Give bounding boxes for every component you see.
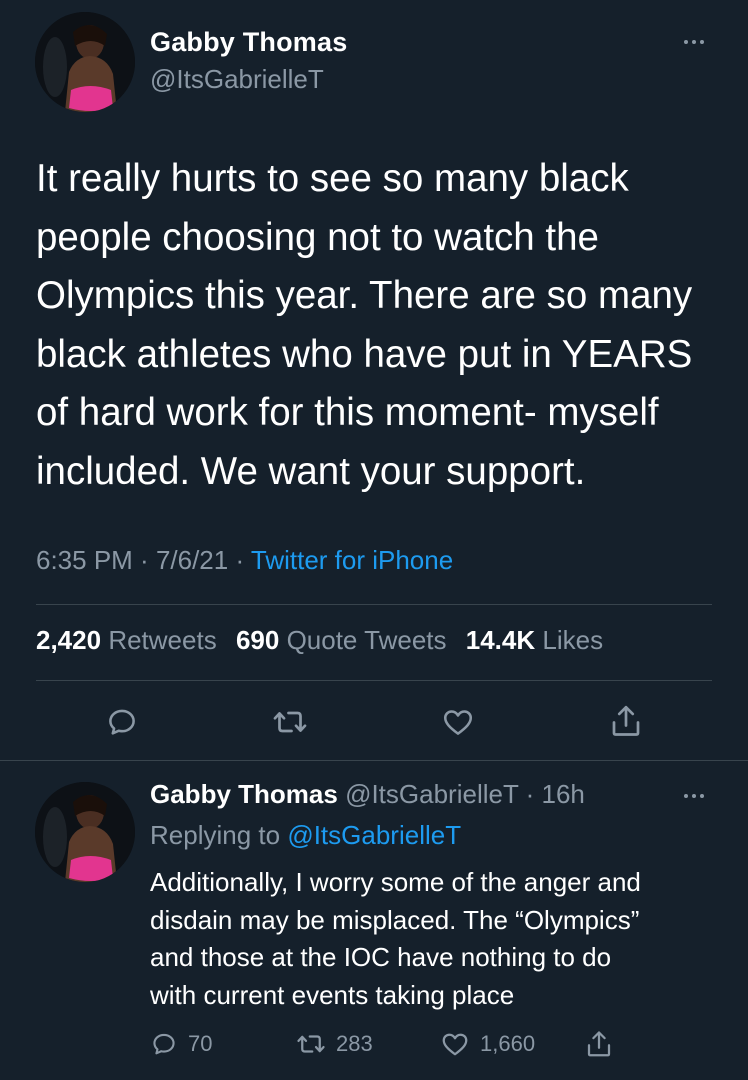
reply-separator: ·: [518, 779, 542, 809]
like-button[interactable]: [436, 702, 480, 742]
retweet-icon: [273, 711, 307, 733]
divider: [36, 604, 712, 605]
avatar[interactable]: [35, 782, 135, 882]
like-count: 1,660: [480, 1031, 536, 1056]
tweet-meta: 6:35 PM · 7/6/21 · Twitter for iPhone: [36, 545, 453, 576]
divider: [36, 680, 712, 681]
tweet-stats: 2,420 Retweets 690 Quote Tweets 14.4K Li…: [36, 625, 603, 656]
reply-reply-button[interactable]: 70: [150, 1028, 212, 1060]
reply-icon: [109, 709, 135, 735]
quotes-stat[interactable]: 690 Quote Tweets: [236, 625, 447, 655]
reply-icon: [153, 1033, 175, 1055]
profile-photo: [35, 782, 135, 882]
reply-author-handle[interactable]: @ItsGabrielleT: [345, 779, 518, 809]
reply-share-button[interactable]: [584, 1028, 614, 1060]
avatar[interactable]: [35, 12, 135, 112]
more-options-icon[interactable]: [676, 786, 712, 806]
meta-separator: ·: [132, 545, 156, 575]
reply-age[interactable]: 16h: [541, 779, 584, 809]
more-options-icon[interactable]: [676, 32, 712, 52]
share-button[interactable]: [604, 700, 648, 742]
divider: [0, 760, 748, 761]
tweet-date[interactable]: 7/6/21: [156, 545, 228, 575]
author-handle[interactable]: @ItsGabrielleT: [150, 64, 324, 95]
like-icon: [443, 710, 473, 735]
reply-header: Gabby Thomas @ItsGabrielleT · 16h: [150, 779, 585, 810]
share-icon: [612, 705, 640, 736]
reply-retweet-button[interactable]: 283: [296, 1028, 373, 1060]
replying-to-link[interactable]: @ItsGabrielleT: [287, 820, 461, 850]
retweet-button[interactable]: [268, 702, 312, 742]
retweet-icon: [297, 1035, 325, 1053]
reply-text: Additionally, I worry some of the anger …: [150, 867, 641, 1010]
tweet-time[interactable]: 6:35 PM: [36, 545, 133, 575]
replying-to: Replying to @ItsGabrielleT: [150, 820, 461, 851]
author-name[interactable]: Gabby Thomas: [150, 27, 347, 58]
reply-count: 70: [188, 1031, 213, 1056]
likes-count: 14.4K: [465, 625, 536, 655]
retweets-stat[interactable]: 2,420 Retweets: [36, 625, 217, 655]
retweets-count: 2,420: [36, 625, 102, 655]
meta-separator: ·: [228, 545, 251, 575]
reply-author-name[interactable]: Gabby Thomas: [150, 779, 338, 809]
share-icon: [587, 1031, 611, 1057]
replying-prefix: Replying to: [150, 820, 281, 850]
like-icon: [442, 1033, 468, 1056]
retweet-count: 283: [336, 1031, 373, 1056]
reply-like-button[interactable]: 1,660: [440, 1028, 535, 1060]
tweet-text: It really hurts to see so many black peo…: [36, 157, 693, 493]
likes-label: Likes: [542, 625, 604, 655]
likes-stat[interactable]: 14.4K Likes: [466, 625, 603, 655]
tweet-source-link[interactable]: Twitter for iPhone: [251, 545, 453, 575]
profile-photo: [35, 12, 135, 112]
quotes-label: Quote Tweets: [286, 625, 447, 655]
quotes-count: 690: [235, 625, 280, 655]
retweets-label: Retweets: [108, 625, 217, 655]
reply-button[interactable]: [100, 702, 144, 742]
